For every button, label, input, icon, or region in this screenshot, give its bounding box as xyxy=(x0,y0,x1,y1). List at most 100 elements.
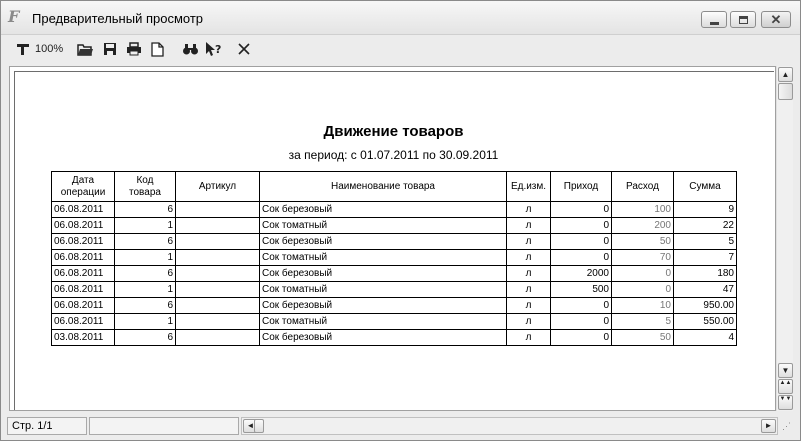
cell-code: 1 xyxy=(114,249,176,266)
cell-name: Сок березовый xyxy=(259,329,507,346)
app-logo-icon: F xyxy=(8,7,20,26)
cell-name: Сок березовый xyxy=(259,297,507,314)
cell-unit: л xyxy=(506,313,551,330)
cell-unit: л xyxy=(506,201,551,218)
cell-income: 0 xyxy=(550,249,612,266)
close-preview-button[interactable] xyxy=(235,39,253,59)
cell-code: 6 xyxy=(114,297,176,314)
print-button[interactable] xyxy=(124,39,144,59)
cell-article xyxy=(175,201,260,218)
save-icon xyxy=(104,43,116,55)
cell-date: 06.08.2011 xyxy=(51,265,115,282)
maximize-button[interactable] xyxy=(730,11,756,28)
page-indicator: Стр. 1/1 xyxy=(7,417,87,435)
title-bar[interactable]: F Предварительный просмотр ✕ xyxy=(1,1,800,35)
cell-income: 0 xyxy=(550,217,612,234)
cell-article xyxy=(175,217,260,234)
cell-expense: 100 xyxy=(611,201,674,218)
report-title: Движение товаров xyxy=(323,123,464,140)
scroll-up-button[interactable]: ▲ xyxy=(778,67,793,82)
open-button[interactable] xyxy=(75,39,95,59)
cell-expense: 200 xyxy=(611,217,674,234)
close-icon: ✕ xyxy=(770,12,782,27)
close-window-button[interactable]: ✕ xyxy=(761,11,791,28)
cell-code: 6 xyxy=(114,265,176,282)
vertical-scrollbar[interactable]: ▲ ▼ ▲▲ ▼▼ xyxy=(776,66,793,411)
cell-date: 06.08.2011 xyxy=(51,233,115,250)
minimize-button[interactable] xyxy=(701,11,727,28)
cell-sum: 4 xyxy=(673,329,737,346)
minimize-icon xyxy=(710,22,719,25)
cell-sum: 180 xyxy=(673,265,737,282)
scroll-right-button[interactable]: ► xyxy=(761,419,776,433)
toolbar: 100% ? xyxy=(1,36,800,62)
cell-sum: 950.00 xyxy=(673,297,737,314)
cell-date: 06.08.2011 xyxy=(51,201,115,218)
cell-name: Сок томатный xyxy=(259,249,507,266)
window-title: Предварительный просмотр xyxy=(32,11,204,26)
cell-unit: л xyxy=(506,217,551,234)
find-button[interactable] xyxy=(180,39,200,59)
save-button[interactable] xyxy=(101,39,119,59)
cell-sum: 7 xyxy=(673,249,737,266)
table-row: 06.08.2011 1 Сок томатный л 0 200 22 xyxy=(51,217,737,234)
table-row: 06.08.2011 6 Сок березовый л 0 50 5 xyxy=(51,233,737,250)
find-icon xyxy=(182,44,198,55)
cell-expense: 0 xyxy=(611,265,674,282)
cell-sum: 5 xyxy=(673,233,737,250)
cell-article xyxy=(175,329,260,346)
cell-date: 06.08.2011 xyxy=(51,249,115,266)
table-row: 06.08.2011 1 Сок томатный л 0 5 550.00 xyxy=(51,313,737,330)
column-header-unit: Ед.изм. xyxy=(506,171,551,202)
page-border-left xyxy=(14,71,15,410)
cell-sum: 550.00 xyxy=(673,313,737,330)
cell-name: Сок томатный xyxy=(259,313,507,330)
cell-sum: 47 xyxy=(673,281,737,298)
page-border-top xyxy=(14,71,774,72)
report-table: Дата операции Код товара Артикул Наимено… xyxy=(51,171,737,346)
resize-grip-icon[interactable]: ⋰ xyxy=(782,422,796,437)
cell-unit: л xyxy=(506,249,551,266)
scroll-thumb[interactable] xyxy=(778,83,793,100)
cell-code: 6 xyxy=(114,233,176,250)
cell-date: 06.08.2011 xyxy=(51,281,115,298)
cell-code: 1 xyxy=(114,313,176,330)
cell-code: 6 xyxy=(114,201,176,218)
page-down-button[interactable]: ▼▼ xyxy=(778,395,793,410)
table-row: 03.08.2011 6 Сок березовый л 0 50 4 xyxy=(51,329,737,346)
cell-unit: л xyxy=(506,233,551,250)
table-row: 06.08.2011 1 Сок томатный л 0 70 7 xyxy=(51,249,737,266)
cell-article xyxy=(175,297,260,314)
close-icon xyxy=(238,43,250,55)
cell-income: 0 xyxy=(550,297,612,314)
preview-area[interactable]: Движение товаров за период: с 01.07.2011… xyxy=(9,66,776,411)
new-page-button[interactable] xyxy=(148,39,166,59)
cell-code: 1 xyxy=(114,281,176,298)
column-header-sum: Сумма xyxy=(673,171,737,202)
svg-text:?: ? xyxy=(215,43,221,56)
horizontal-scrollbar[interactable]: ◄ ► xyxy=(241,417,778,435)
scroll-down-button[interactable]: ▼ xyxy=(778,363,793,378)
cell-unit: л xyxy=(506,281,551,298)
cell-article xyxy=(175,313,260,330)
context-help-button[interactable]: ? xyxy=(204,39,224,59)
cell-date: 06.08.2011 xyxy=(51,313,115,330)
table-row: 06.08.2011 1 Сок томатный л 500 0 47 xyxy=(51,281,737,298)
print-icon xyxy=(127,42,141,56)
column-header-date: Дата операции xyxy=(51,171,115,202)
open-folder-icon xyxy=(76,44,93,56)
cell-date: 06.08.2011 xyxy=(51,217,115,234)
cell-income: 0 xyxy=(550,313,612,330)
cell-name: Сок томатный xyxy=(259,217,507,234)
zoom-level[interactable]: 100% xyxy=(35,43,63,55)
column-header-article: Артикул xyxy=(175,171,260,202)
cell-name: Сок томатный xyxy=(259,281,507,298)
cell-name: Сок березовый xyxy=(259,201,507,218)
cell-name: Сок березовый xyxy=(259,265,507,282)
cell-income: 0 xyxy=(550,201,612,218)
horizontal-scroll-thumb[interactable] xyxy=(254,419,264,433)
page-up-button[interactable]: ▲▲ xyxy=(778,379,793,394)
report-period: за период: с 01.07.2011 по 30.09.2011 xyxy=(288,148,499,162)
zoom-button[interactable] xyxy=(13,39,33,59)
cell-expense: 10 xyxy=(611,297,674,314)
